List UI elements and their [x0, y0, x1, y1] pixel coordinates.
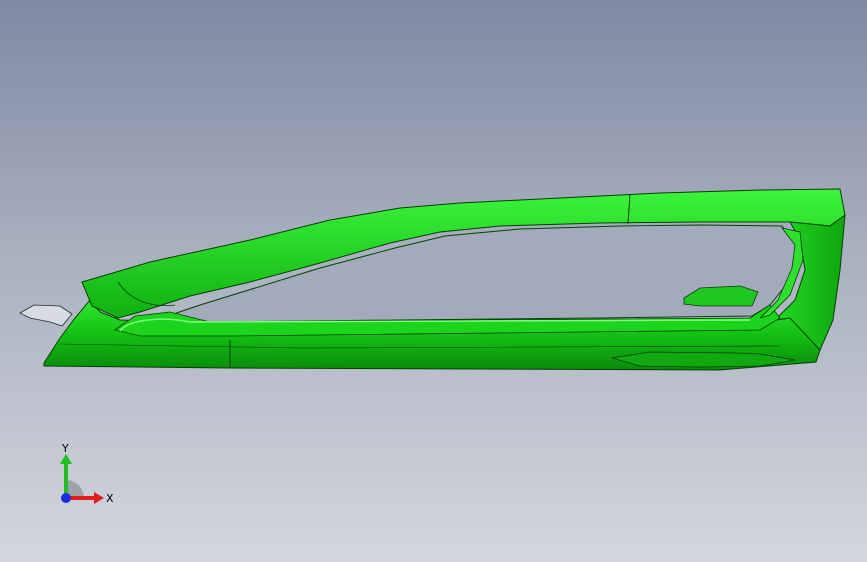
z-axis-dot	[61, 493, 71, 503]
y-axis-label: Y	[61, 442, 69, 455]
x-axis-arrow	[94, 492, 104, 504]
model-canvas[interactable]	[0, 0, 867, 562]
y-axis-arrow	[60, 454, 72, 464]
x-axis-label: X	[106, 492, 114, 505]
axis-triad: Y X	[60, 442, 114, 505]
front-flange[interactable]	[19, 304, 73, 327]
cad-3d-viewport[interactable]: Y X	[0, 0, 867, 562]
window-frame-part[interactable]	[19, 188, 846, 371]
